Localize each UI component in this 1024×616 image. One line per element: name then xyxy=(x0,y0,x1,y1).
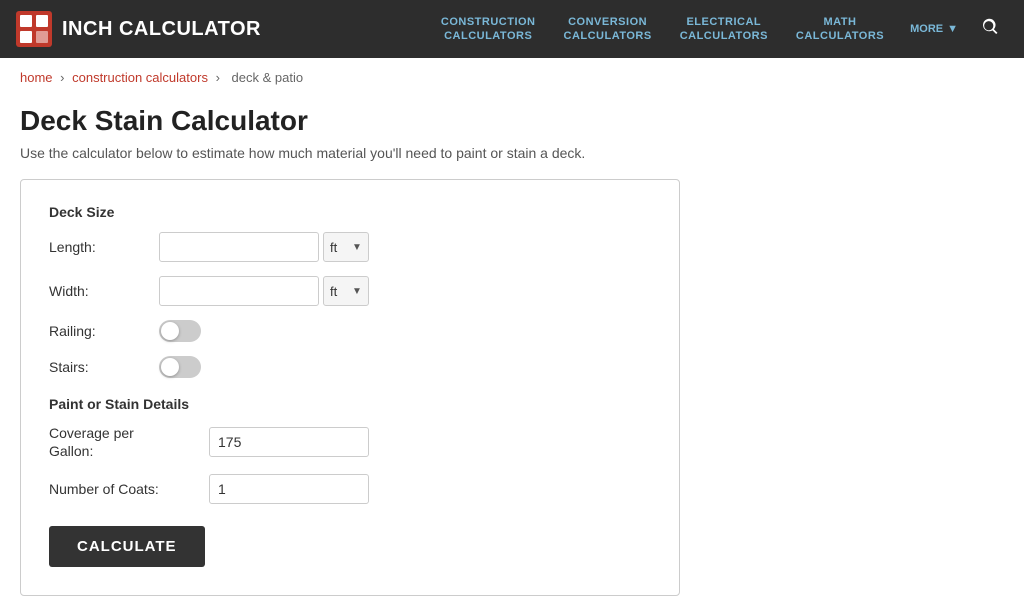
page-title: Deck Stain Calculator xyxy=(20,105,700,137)
main-content: Deck Stain Calculator Use the calculator… xyxy=(0,97,720,616)
railing-label: Railing: xyxy=(49,323,159,339)
logo-text: INCH CALCULATOR xyxy=(62,18,261,41)
logo-icon xyxy=(16,11,52,47)
stairs-label: Stairs: xyxy=(49,359,159,375)
breadcrumb-current: deck & patio xyxy=(232,70,304,85)
deck-size-label: Deck Size xyxy=(49,204,651,220)
breadcrumb-construction[interactable]: construction calculators xyxy=(72,70,208,85)
details-label: Paint or Stain Details xyxy=(49,396,651,412)
breadcrumb: home › construction calculators › deck &… xyxy=(0,58,1024,97)
coverage-input[interactable] xyxy=(209,427,369,457)
coats-row: Number of Coats: xyxy=(49,474,651,504)
breadcrumb-home[interactable]: home xyxy=(20,70,53,85)
coats-input[interactable] xyxy=(209,474,369,504)
nav-math[interactable]: MATH CALCULATORS xyxy=(784,9,896,50)
width-row: Width: ft in m cm ▼ xyxy=(49,276,651,306)
length-unit-select[interactable]: ft in m cm xyxy=(330,240,348,255)
search-icon xyxy=(980,17,1000,37)
nav-electrical[interactable]: ELECTRICAL CALCULATORS xyxy=(668,9,780,50)
stairs-toggle-knob xyxy=(161,358,179,376)
width-unit-arrow: ▼ xyxy=(352,286,362,297)
nav-links: CONSTRUCTION CALCULATORS CONVERSION CALC… xyxy=(429,9,1008,50)
width-unit-select[interactable]: ft in m cm xyxy=(330,284,348,299)
coverage-label: Coverage per Gallon: xyxy=(49,424,209,460)
stairs-row: Stairs: xyxy=(49,356,651,378)
length-input[interactable] xyxy=(159,232,319,262)
stairs-toggle[interactable] xyxy=(159,356,201,378)
length-unit-arrow: ▼ xyxy=(352,242,362,253)
navbar: INCH CALCULATOR CONSTRUCTION CALCULATORS… xyxy=(0,0,1024,58)
chevron-down-icon: ▼ xyxy=(947,23,958,35)
railing-toggle-knob xyxy=(161,322,179,340)
calculator-card: Deck Size Length: ft in m cm ▼ Width: ft xyxy=(20,179,680,596)
breadcrumb-sep-2: › xyxy=(216,70,224,85)
length-unit-wrap[interactable]: ft in m cm ▼ xyxy=(323,232,369,262)
page-description: Use the calculator below to estimate how… xyxy=(20,145,700,161)
width-unit-wrap[interactable]: ft in m cm ▼ xyxy=(323,276,369,306)
length-label: Length: xyxy=(49,239,159,255)
search-button[interactable] xyxy=(972,11,1008,48)
length-row: Length: ft in m cm ▼ xyxy=(49,232,651,262)
nav-conversion[interactable]: CONVERSION CALCULATORS xyxy=(552,9,664,50)
width-label: Width: xyxy=(49,283,159,299)
width-input[interactable] xyxy=(159,276,319,306)
calculate-button[interactable]: CALCULATE xyxy=(49,526,205,567)
breadcrumb-sep-1: › xyxy=(60,70,68,85)
railing-toggle[interactable] xyxy=(159,320,201,342)
site-logo[interactable]: INCH CALCULATOR xyxy=(16,11,261,47)
nav-more[interactable]: MORE ▼ xyxy=(900,17,968,41)
nav-construction[interactable]: CONSTRUCTION CALCULATORS xyxy=(429,9,548,50)
railing-row: Railing: xyxy=(49,320,651,342)
coverage-row: Coverage per Gallon: xyxy=(49,424,651,460)
coats-label: Number of Coats: xyxy=(49,480,209,498)
